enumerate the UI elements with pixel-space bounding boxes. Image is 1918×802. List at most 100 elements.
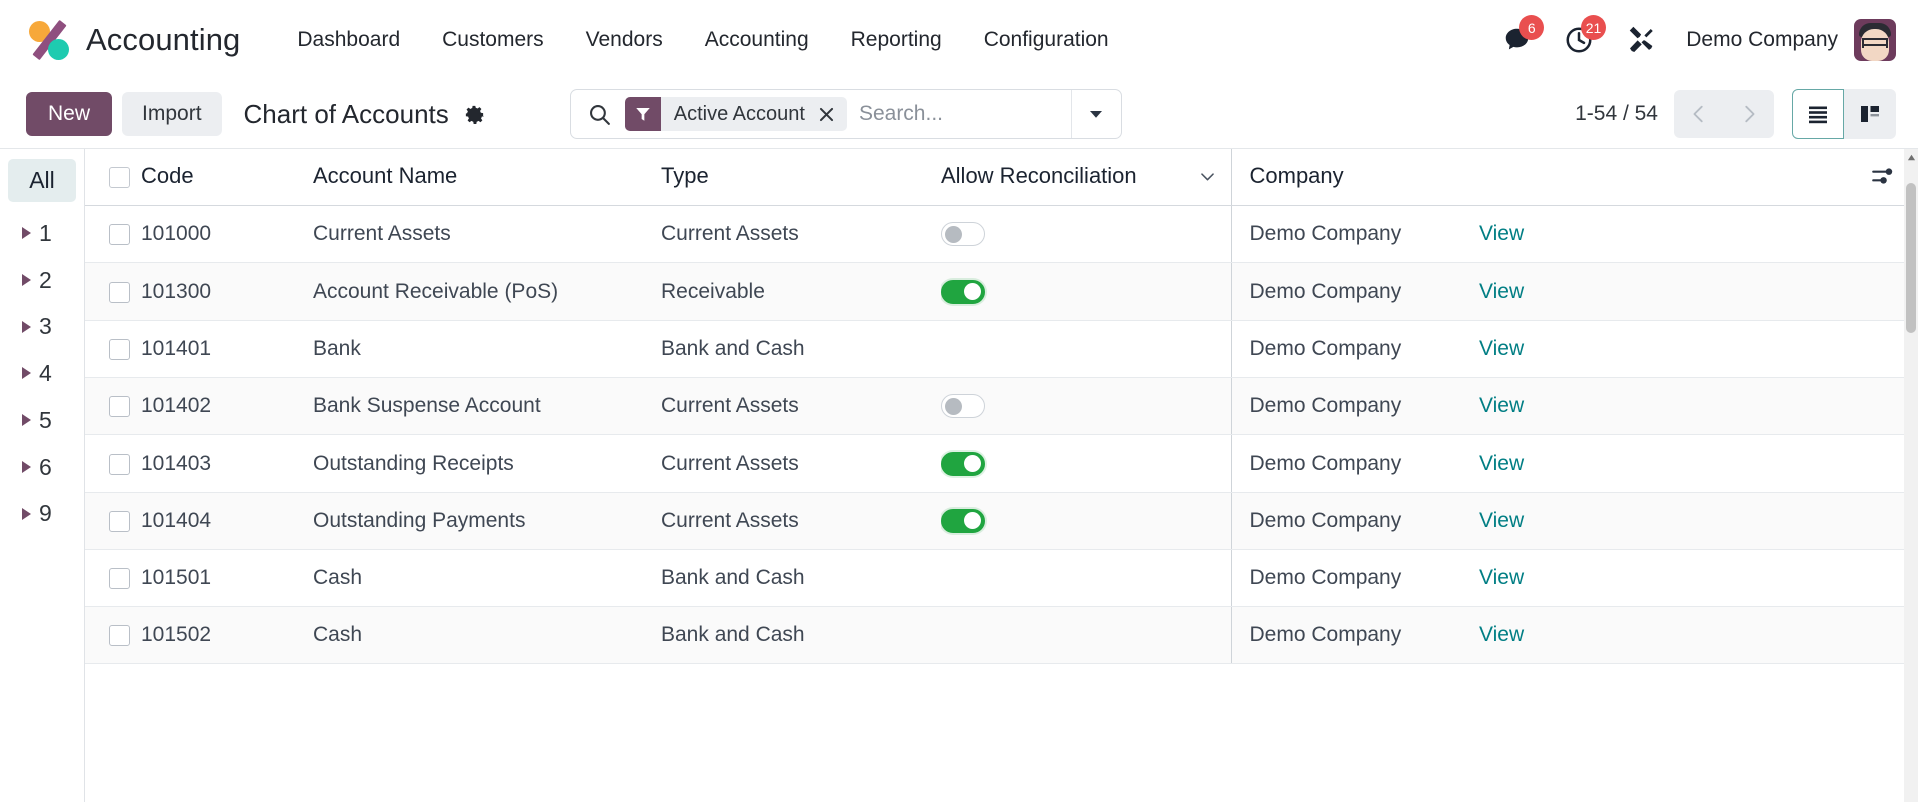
- table-row[interactable]: 101502 Cash Bank and Cash Demo Company View: [85, 606, 1918, 665]
- menu-item-vendors[interactable]: Vendors: [565, 22, 684, 58]
- caret-right-icon: [22, 320, 31, 333]
- page-title: Chart of Accounts: [243, 98, 449, 129]
- search-input[interactable]: [846, 102, 1071, 126]
- allow-reconciliation-toggle[interactable]: [941, 222, 985, 247]
- cell-spacer: [1599, 434, 1918, 493]
- cell-allow-reconciliation: [941, 549, 1231, 608]
- optional-columns-toggle[interactable]: [1599, 163, 1918, 189]
- sidebar-item-2[interactable]: 2: [8, 259, 76, 302]
- cell-spacer: [1599, 377, 1918, 436]
- activities-button[interactable]: 21: [1548, 15, 1610, 55]
- view-link[interactable]: View: [1479, 509, 1524, 532]
- sidebar-item-all[interactable]: All: [8, 159, 76, 202]
- column-header-code[interactable]: Code: [141, 149, 313, 206]
- sidebar-item-5[interactable]: 5: [8, 399, 76, 442]
- cell-account-name: Cash: [313, 606, 661, 665]
- user-avatar[interactable]: [1854, 19, 1896, 61]
- chevron-down-icon[interactable]: [1198, 167, 1217, 186]
- view-link[interactable]: View: [1479, 623, 1524, 646]
- menu-item-reporting[interactable]: Reporting: [830, 22, 963, 58]
- column-header-allow-reconciliation[interactable]: Allow Reconciliation: [941, 149, 1231, 206]
- menu-item-dashboard[interactable]: Dashboard: [276, 22, 421, 58]
- table-row[interactable]: 101404 Outstanding Payments Current Assets…: [85, 492, 1918, 551]
- accounts-list-area: Code Account Name Type Allow Reconciliat…: [85, 149, 1918, 802]
- messages-button[interactable]: 6: [1486, 15, 1548, 55]
- gear-icon[interactable]: [463, 103, 486, 126]
- row-checkbox[interactable]: [109, 625, 130, 647]
- cell-company: Demo Company: [1230, 262, 1479, 321]
- menu-item-customers[interactable]: Customers: [421, 22, 565, 58]
- column-header-company[interactable]: Company: [1230, 149, 1479, 206]
- list-view-button[interactable]: [1792, 89, 1844, 139]
- column-header-account-name[interactable]: Account Name: [313, 149, 661, 206]
- kanban-view-icon: [1861, 106, 1879, 122]
- search-view: Active Account: [569, 89, 1122, 139]
- sidebar-item-4[interactable]: 4: [8, 352, 76, 395]
- row-select-cell: [85, 434, 141, 493]
- table-row[interactable]: 101402 Bank Suspense Account Current Asset…: [85, 377, 1918, 436]
- accounting-app-logo-icon: [26, 17, 72, 63]
- cell-company: Demo Company: [1230, 377, 1479, 436]
- vertical-scrollbar[interactable]: [1904, 149, 1918, 802]
- row-select-cell: [85, 549, 141, 608]
- allow-reconciliation-toggle[interactable]: [941, 394, 985, 419]
- sidebar-item-3[interactable]: 3: [8, 305, 76, 348]
- import-button[interactable]: Import: [122, 92, 222, 136]
- view-link[interactable]: View: [1479, 337, 1524, 360]
- table-row[interactable]: 101401 Bank Bank and Cash Demo Company View: [85, 320, 1918, 378]
- table-row[interactable]: 101501 Cash Bank and Cash Demo Company View: [85, 549, 1918, 608]
- cell-code: 101404: [141, 492, 313, 551]
- company-switcher[interactable]: Demo Company: [1672, 28, 1854, 52]
- sidebar-item-9-label: 9: [39, 500, 52, 527]
- table-row[interactable]: 101300 Account Receivable (PoS) Receivable…: [85, 262, 1918, 321]
- scroll-up-arrow-icon[interactable]: [1904, 149, 1918, 165]
- table-row[interactable]: 101000 Current Assets Current Assets Demo C…: [85, 205, 1918, 264]
- menu-item-accounting[interactable]: Accounting: [684, 22, 830, 58]
- cell-code: 101000: [141, 205, 313, 264]
- view-link[interactable]: View: [1479, 222, 1524, 245]
- allow-reconciliation-toggle[interactable]: [941, 451, 985, 476]
- menu-item-configuration[interactable]: Configuration: [963, 22, 1130, 58]
- allow-reconciliation-toggle[interactable]: [941, 509, 985, 534]
- cell-company: Demo Company: [1230, 434, 1479, 493]
- cell-view: View: [1479, 434, 1599, 493]
- view-link[interactable]: View: [1479, 394, 1524, 417]
- row-checkbox[interactable]: [109, 510, 130, 532]
- search-icon[interactable]: [571, 102, 625, 127]
- close-icon[interactable]: [817, 105, 847, 124]
- row-checkbox[interactable]: [109, 396, 130, 418]
- row-checkbox[interactable]: [109, 224, 130, 246]
- pager-previous-button[interactable]: [1674, 90, 1724, 138]
- pager-counter[interactable]: 1-54 / 54: [1575, 102, 1658, 126]
- scrollbar-thumb[interactable]: [1906, 183, 1916, 333]
- sidebar-item-1[interactable]: 1: [8, 212, 76, 255]
- pager-next-button[interactable]: [1724, 90, 1774, 138]
- select-all-checkbox[interactable]: [109, 166, 130, 188]
- sidebar-item-6[interactable]: 6: [8, 446, 76, 489]
- sidebar-item-9[interactable]: 9: [8, 492, 76, 535]
- search-facet-active-account[interactable]: Active Account: [624, 97, 847, 131]
- view-link[interactable]: View: [1479, 566, 1524, 589]
- sidebar-item-4-label: 4: [39, 360, 52, 386]
- select-all-header: [85, 149, 141, 206]
- app-name: Accounting: [86, 22, 241, 57]
- app-brand[interactable]: Accounting: [26, 17, 240, 63]
- cell-account-name: Account Receivable (PoS): [313, 262, 661, 321]
- view-link[interactable]: View: [1479, 452, 1524, 475]
- row-checkbox[interactable]: [109, 568, 130, 590]
- accounts-table: Code Account Name Type Allow Reconciliat…: [85, 149, 1918, 665]
- row-checkbox[interactable]: [109, 338, 130, 360]
- allow-reconciliation-toggle[interactable]: [941, 279, 985, 304]
- view-link[interactable]: View: [1479, 280, 1524, 303]
- caret-right-icon: [22, 460, 31, 473]
- new-button[interactable]: New: [26, 92, 113, 136]
- search-dropdown-toggle-icon[interactable]: [1070, 90, 1121, 138]
- cell-code: 101401: [141, 320, 313, 378]
- top-navbar: Accounting Dashboard Customers Vendors A…: [0, 0, 1918, 80]
- column-header-type[interactable]: Type: [661, 149, 941, 206]
- table-row[interactable]: 101403 Outstanding Receipts Current Assets…: [85, 434, 1918, 493]
- row-checkbox[interactable]: [109, 281, 130, 303]
- kanban-view-button[interactable]: [1844, 89, 1896, 139]
- row-checkbox[interactable]: [109, 453, 130, 475]
- debug-tools-button[interactable]: [1610, 25, 1672, 55]
